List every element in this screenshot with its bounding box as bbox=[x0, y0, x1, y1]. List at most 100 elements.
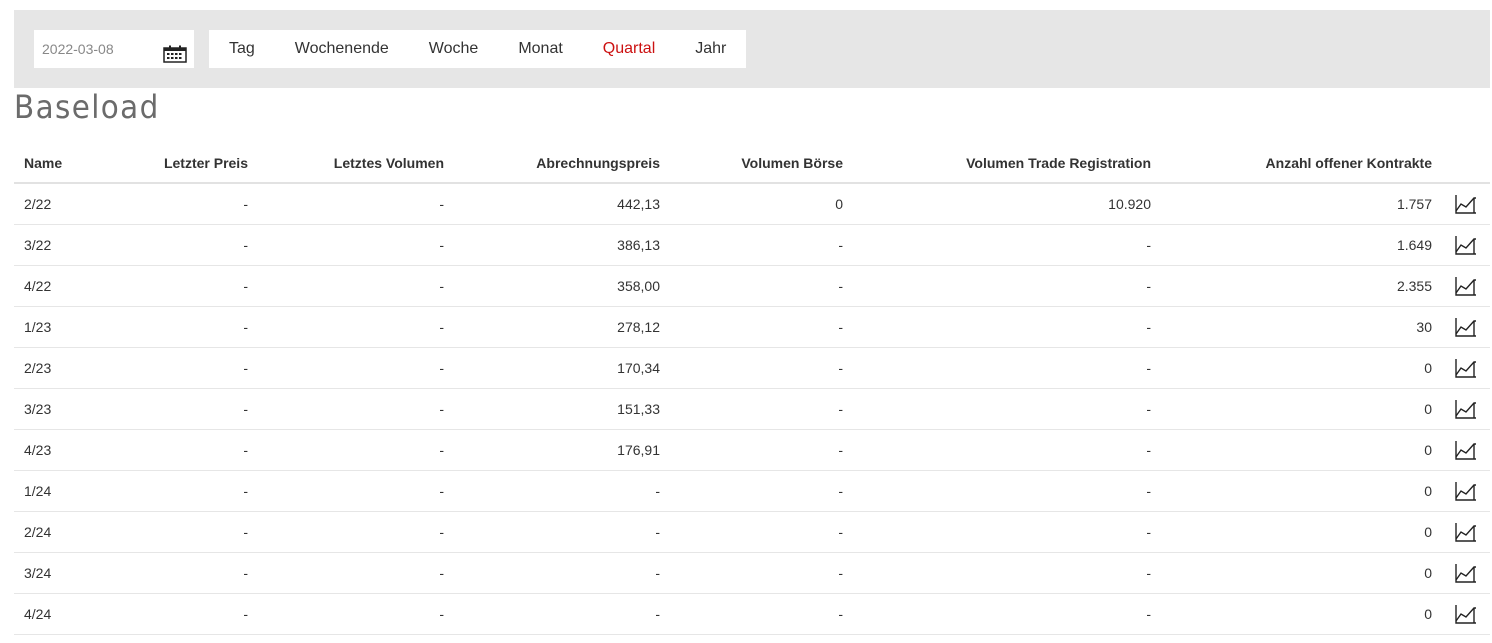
cell-chart bbox=[1442, 470, 1490, 512]
line-chart-icon[interactable] bbox=[1455, 604, 1477, 624]
cell-exchange-volume: - bbox=[670, 265, 853, 307]
table-row: 3/24- - - - -0 bbox=[14, 552, 1490, 594]
table-row: 1/23- -278,12- -30 bbox=[14, 306, 1490, 348]
period-tab-quartal[interactable]: Quartal bbox=[603, 40, 655, 58]
table-row: 2/23- -170,34- -0 bbox=[14, 347, 1490, 389]
cell-name: 1/23 bbox=[14, 306, 124, 348]
table-row: 3/22- -386,13- -1.649 bbox=[14, 224, 1490, 266]
cell-open-interest: 0 bbox=[1161, 429, 1442, 471]
cell-settlement-price: 170,34 bbox=[454, 347, 670, 389]
cell-name: 2/22 bbox=[14, 183, 124, 225]
cell-open-interest: 0 bbox=[1161, 511, 1442, 553]
cell-chart bbox=[1442, 429, 1490, 471]
cell-last-volume: - bbox=[258, 183, 454, 225]
cell-last-price: - bbox=[124, 388, 258, 430]
cell-name: 3/24 bbox=[14, 552, 124, 594]
cell-settlement-price: - bbox=[454, 470, 670, 512]
cell-exchange-volume: - bbox=[670, 593, 853, 635]
line-chart-icon[interactable] bbox=[1455, 276, 1477, 296]
cell-last-volume: - bbox=[258, 265, 454, 307]
cell-name: 4/24 bbox=[14, 593, 124, 635]
cell-exchange-volume: 0 bbox=[670, 183, 853, 225]
contracts-table: Name Letzter Preis Letztes Volumen Abrec… bbox=[14, 143, 1490, 635]
cell-exchange-volume: - bbox=[670, 224, 853, 266]
cell-trade-registration-volume: - bbox=[853, 593, 1161, 635]
cell-open-interest: 0 bbox=[1161, 388, 1442, 430]
cell-trade-registration-volume: - bbox=[853, 388, 1161, 430]
line-chart-icon[interactable] bbox=[1455, 194, 1477, 214]
page-title: Baseload bbox=[14, 88, 160, 126]
cell-name: 4/23 bbox=[14, 429, 124, 471]
cell-settlement-price: 151,33 bbox=[454, 388, 670, 430]
cell-trade-registration-volume: - bbox=[853, 552, 1161, 594]
cell-trade-registration-volume: - bbox=[853, 306, 1161, 348]
column-header-trade-registration-volume[interactable]: Volumen Trade Registration bbox=[853, 143, 1161, 184]
period-tab-tag[interactable]: Tag bbox=[229, 40, 255, 58]
period-tab-woche[interactable]: Woche bbox=[429, 40, 479, 58]
column-header-name[interactable]: Name bbox=[14, 143, 124, 184]
line-chart-icon[interactable] bbox=[1455, 563, 1477, 583]
cell-last-price: - bbox=[124, 347, 258, 389]
line-chart-icon[interactable] bbox=[1455, 481, 1477, 501]
cell-chart bbox=[1442, 388, 1490, 430]
cell-exchange-volume: - bbox=[670, 470, 853, 512]
cell-last-volume: - bbox=[258, 552, 454, 594]
cell-exchange-volume: - bbox=[670, 388, 853, 430]
column-header-exchange-volume[interactable]: Volumen Börse bbox=[670, 143, 853, 184]
table-row: 1/24- - - - -0 bbox=[14, 470, 1490, 512]
cell-open-interest: 0 bbox=[1161, 470, 1442, 512]
column-header-chart bbox=[1442, 143, 1490, 184]
cell-chart bbox=[1442, 224, 1490, 266]
calendar-icon[interactable] bbox=[163, 45, 187, 63]
cell-trade-registration-volume: - bbox=[853, 429, 1161, 471]
period-tab-wochenende[interactable]: Wochenende bbox=[295, 40, 389, 58]
table-row: 4/24- - - - -0 bbox=[14, 593, 1490, 635]
cell-trade-registration-volume: - bbox=[853, 347, 1161, 389]
cell-chart bbox=[1442, 593, 1490, 635]
cell-last-price: - bbox=[124, 183, 258, 225]
table-header-row: Name Letzter Preis Letztes Volumen Abrec… bbox=[14, 143, 1490, 184]
line-chart-icon[interactable] bbox=[1455, 317, 1477, 337]
cell-trade-registration-volume: 10.920 bbox=[853, 183, 1161, 225]
table-row: 2/22- -442,13 0 10.920 1.757 bbox=[14, 183, 1490, 225]
column-header-settlement-price[interactable]: Abrechnungspreis bbox=[454, 143, 670, 184]
cell-name: 3/23 bbox=[14, 388, 124, 430]
cell-last-volume: - bbox=[258, 511, 454, 553]
cell-name: 4/22 bbox=[14, 265, 124, 307]
table-row: 4/23- -176,91- -0 bbox=[14, 429, 1490, 471]
cell-last-price: - bbox=[124, 224, 258, 266]
cell-last-price: - bbox=[124, 306, 258, 348]
cell-open-interest: 30 bbox=[1161, 306, 1442, 348]
cell-exchange-volume: - bbox=[670, 511, 853, 553]
period-tab-monat[interactable]: Monat bbox=[518, 40, 562, 58]
column-header-last-volume[interactable]: Letztes Volumen bbox=[258, 143, 454, 184]
cell-settlement-price: 176,91 bbox=[454, 429, 670, 471]
line-chart-icon[interactable] bbox=[1455, 522, 1477, 542]
column-header-open-interest[interactable]: Anzahl offener Kontrakte bbox=[1161, 143, 1442, 184]
column-header-last-price[interactable]: Letzter Preis bbox=[124, 143, 258, 184]
line-chart-icon[interactable] bbox=[1455, 440, 1477, 460]
cell-last-price: - bbox=[124, 470, 258, 512]
cell-chart bbox=[1442, 552, 1490, 594]
filter-toolbar: Tag Wochenende Woche Monat Quartal Jahr bbox=[14, 10, 1490, 88]
period-tabs: Tag Wochenende Woche Monat Quartal Jahr bbox=[209, 30, 746, 68]
cell-name: 3/22 bbox=[14, 224, 124, 266]
cell-settlement-price: 442,13 bbox=[454, 183, 670, 225]
cell-last-price: - bbox=[124, 511, 258, 553]
line-chart-icon[interactable] bbox=[1455, 399, 1477, 419]
table-row: 3/23- -151,33- -0 bbox=[14, 388, 1490, 430]
date-input[interactable] bbox=[42, 31, 162, 67]
cell-name: 2/23 bbox=[14, 347, 124, 389]
cell-settlement-price: - bbox=[454, 552, 670, 594]
period-tab-jahr[interactable]: Jahr bbox=[695, 40, 726, 58]
cell-last-price: - bbox=[124, 552, 258, 594]
cell-trade-registration-volume: - bbox=[853, 265, 1161, 307]
date-picker[interactable] bbox=[34, 30, 194, 68]
cell-last-volume: - bbox=[258, 429, 454, 471]
table-row: 2/24- - - - -0 bbox=[14, 511, 1490, 553]
cell-exchange-volume: - bbox=[670, 429, 853, 471]
line-chart-icon[interactable] bbox=[1455, 358, 1477, 378]
line-chart-icon[interactable] bbox=[1455, 235, 1477, 255]
cell-open-interest: 1.649 bbox=[1161, 224, 1442, 266]
cell-last-volume: - bbox=[258, 347, 454, 389]
